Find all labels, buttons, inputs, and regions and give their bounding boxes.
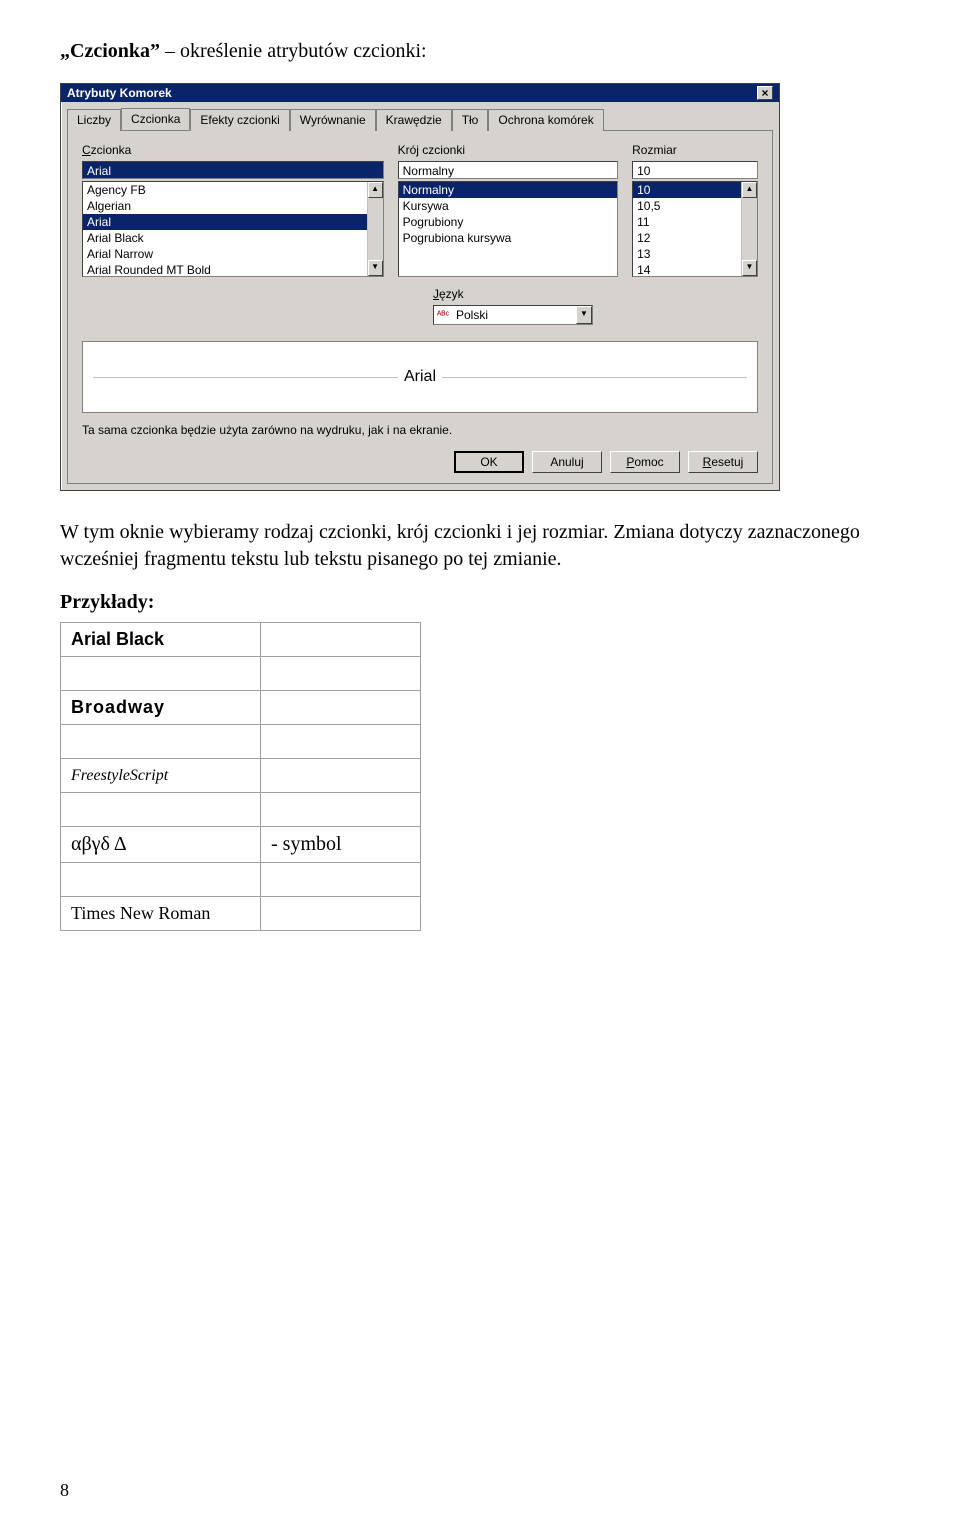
example-cell — [261, 863, 421, 897]
list-item[interactable]: Pogrubiona kursywa — [399, 230, 618, 246]
tabs: Liczby Czcionka Efekty czcionki Wyrównan… — [61, 102, 779, 130]
list-item[interactable]: 12 — [633, 230, 757, 246]
scrollbar[interactable]: ▲ ▼ — [367, 182, 383, 276]
size-listbox[interactable]: 10 10,5 11 12 13 14 15 ▲ ▼ — [632, 181, 758, 277]
example-cell — [261, 657, 421, 691]
dialog-screenshot: Atrybuty Komorek × Liczby Czcionka Efekt… — [60, 83, 900, 491]
scroll-up-icon[interactable]: ▲ — [368, 182, 383, 198]
language-column: Język ᴬᴮᶜ Polski ▼ — [433, 287, 593, 325]
dialog-title: Atrybuty Komorek — [67, 86, 172, 100]
scroll-up-icon[interactable]: ▲ — [742, 182, 757, 198]
font-column: Czcionka Arial Agency FB Algerian Arial … — [82, 143, 384, 277]
list-item[interactable]: 13 — [633, 246, 757, 262]
tab-borders[interactable]: Krawędzie — [376, 109, 452, 131]
size-input[interactable]: 10 — [632, 161, 758, 179]
example-arial-black: Arial Black — [61, 623, 261, 657]
list-item[interactable]: 10,5 — [633, 198, 757, 214]
language-combo[interactable]: ᴬᴮᶜ Polski ▼ — [433, 305, 593, 325]
size-label: Rozmiar — [632, 143, 758, 157]
list-item[interactable]: Pogrubiony — [399, 214, 618, 230]
example-freestyle: FreestyleScript — [61, 759, 261, 793]
page-number: 8 — [60, 1480, 69, 1501]
list-item[interactable]: Arial — [83, 214, 383, 230]
ok-button[interactable]: OK — [454, 451, 524, 473]
style-input[interactable]: Normalny — [398, 161, 619, 179]
list-item[interactable]: 10 — [633, 182, 757, 198]
example-cell — [261, 759, 421, 793]
table-row: FreestyleScript — [61, 759, 421, 793]
example-cell — [261, 793, 421, 827]
cell-attributes-dialog: Atrybuty Komorek × Liczby Czcionka Efekt… — [60, 83, 780, 491]
font-preview: Arial — [82, 341, 758, 413]
list-item[interactable]: Normalny — [399, 182, 618, 198]
examples-heading: Przykłady: — [60, 591, 900, 614]
example-symbol: αβγδ Δ — [61, 827, 261, 863]
tab-numbers[interactable]: Liczby — [67, 109, 121, 131]
table-row: Broadway — [61, 691, 421, 725]
table-row: Arial Black — [61, 623, 421, 657]
examples-table: Arial Black Broadway FreestyleScript αβγ… — [60, 622, 421, 931]
close-icon[interactable]: × — [757, 86, 773, 100]
font-listbox[interactable]: Agency FB Algerian Arial Arial Black Ari… — [82, 181, 384, 277]
style-column: Krój czcionki Normalny Normalny Kursywa … — [398, 143, 619, 277]
language-value: Polski — [452, 308, 576, 322]
style-label: Krój czcionki — [398, 143, 619, 157]
table-row — [61, 863, 421, 897]
reset-button[interactable]: Resetuj — [688, 451, 758, 473]
help-button[interactable]: Pomoc — [610, 451, 680, 473]
heading-rest: – określenie atrybutów czcionki: — [160, 40, 427, 62]
table-row — [61, 657, 421, 691]
example-cell — [61, 725, 261, 759]
list-item[interactable]: Agency FB — [83, 182, 383, 198]
font-input[interactable]: Arial — [82, 161, 384, 179]
list-item[interactable]: Arial Rounded MT Bold — [83, 262, 383, 277]
preview-text: Arial — [398, 368, 442, 386]
table-row: Times New Roman — [61, 897, 421, 931]
tab-font-effects[interactable]: Efekty czcionki — [190, 109, 289, 131]
tab-background[interactable]: Tło — [452, 109, 489, 131]
example-cell — [261, 691, 421, 725]
example-cell — [61, 863, 261, 897]
size-column: Rozmiar 10 10 10,5 11 12 13 14 15 ▲ ▼ — [632, 143, 758, 277]
example-symbol-note: - symbol — [261, 827, 421, 863]
list-item[interactable]: 14 — [633, 262, 757, 277]
tab-panel: Czcionka Arial Agency FB Algerian Arial … — [67, 130, 773, 484]
example-broadway: Broadway — [61, 691, 261, 725]
list-item[interactable]: Arial Narrow — [83, 246, 383, 262]
chevron-down-icon[interactable]: ▼ — [576, 306, 592, 324]
font-label: Czcionka — [82, 143, 384, 157]
example-cell — [261, 725, 421, 759]
tab-cell-protection[interactable]: Ochrona komórek — [488, 109, 603, 131]
table-row — [61, 793, 421, 827]
tab-font[interactable]: Czcionka — [121, 108, 190, 130]
scrollbar[interactable]: ▲ ▼ — [741, 182, 757, 276]
list-item[interactable]: Arial Black — [83, 230, 383, 246]
example-cell — [261, 897, 421, 931]
table-row — [61, 725, 421, 759]
example-cell — [61, 657, 261, 691]
spellcheck-icon: ᴬᴮᶜ — [434, 310, 452, 321]
scroll-down-icon[interactable]: ▼ — [742, 260, 757, 276]
cancel-button[interactable]: Anuluj — [532, 451, 602, 473]
tab-alignment[interactable]: Wyrównanie — [290, 109, 376, 131]
hint-text: Ta sama czcionka będzie użyta zarówno na… — [82, 423, 758, 437]
list-item[interactable]: Kursywa — [399, 198, 618, 214]
scroll-down-icon[interactable]: ▼ — [368, 260, 383, 276]
heading: „Czcionka” – określenie atrybutów czcion… — [60, 40, 900, 63]
paragraph-body: W tym oknie wybieramy rodzaj czcionki, k… — [60, 519, 900, 573]
style-listbox[interactable]: Normalny Kursywa Pogrubiony Pogrubiona k… — [398, 181, 619, 277]
example-cell — [261, 623, 421, 657]
example-cell — [61, 793, 261, 827]
list-item[interactable]: 11 — [633, 214, 757, 230]
list-item[interactable]: Algerian — [83, 198, 383, 214]
heading-term: „Czcionka” — [60, 40, 160, 62]
table-row: αβγδ Δ - symbol — [61, 827, 421, 863]
language-label: Język — [433, 287, 593, 301]
button-row: OK Anuluj Pomoc Resetuj — [82, 451, 758, 473]
example-times: Times New Roman — [61, 897, 261, 931]
dialog-titlebar: Atrybuty Komorek × — [61, 84, 779, 102]
